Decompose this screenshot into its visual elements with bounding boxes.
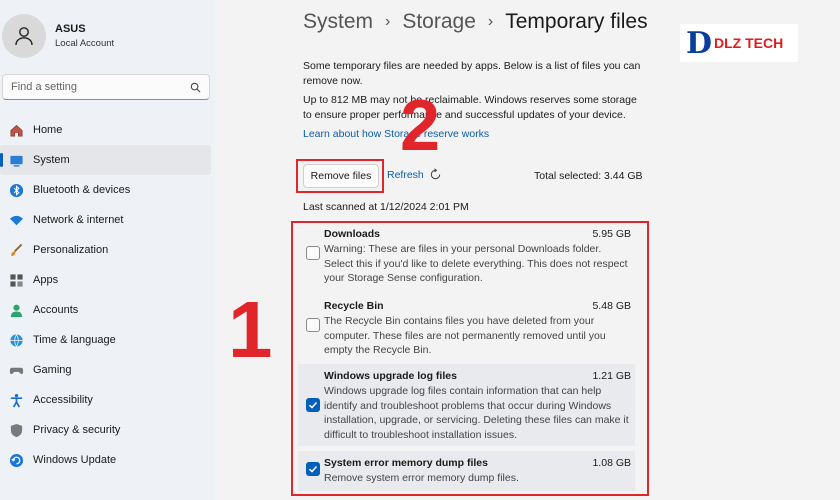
profile-account-type: Local Account <box>55 38 115 49</box>
refresh-icon <box>430 168 440 180</box>
update-icon <box>8 452 24 468</box>
sidebar: ASUS Local Account Find a setting Home S… <box>0 0 215 500</box>
accessibility-icon <box>8 392 24 408</box>
sidebar-item-personalization[interactable]: Personalization <box>0 235 215 265</box>
intro-text: Some temporary files are needed by apps.… <box>303 60 641 87</box>
sidebar-item-system[interactable]: System <box>0 145 211 175</box>
person-icon <box>8 302 24 318</box>
brand-logo: D DLZ TECH <box>680 24 798 62</box>
sidebar-item-label: Apps <box>33 274 59 286</box>
sidebar-item-label: Gaming <box>33 364 72 376</box>
sidebar-item-label: Bluetooth & devices <box>33 184 131 196</box>
sidebar-item-label: Home <box>33 124 63 136</box>
sidebar-item-label: Windows Update <box>33 454 117 466</box>
breadcrumb: System › Storage › Temporary files <box>303 10 648 34</box>
brush-icon <box>8 242 24 258</box>
sidebar-item-label: Network & internet <box>33 214 124 226</box>
annotation-number-1: 1 <box>228 285 273 374</box>
bluetooth-icon <box>8 182 24 198</box>
apps-icon <box>8 272 24 288</box>
person-icon <box>15 27 33 46</box>
breadcrumb-system[interactable]: System <box>303 10 373 34</box>
logo-text: DLZ TECH <box>714 35 784 51</box>
reserve-info-text: Up to 812 MB may not be reclaimable. Win… <box>303 94 637 121</box>
sidebar-item-privacy-security[interactable]: Privacy & security <box>0 415 215 445</box>
user-profile[interactable]: ASUS Local Account <box>0 8 215 64</box>
sidebar-item-gaming[interactable]: Gaming <box>0 355 215 385</box>
sidebar-item-accounts[interactable]: Accounts <box>0 295 215 325</box>
refresh-label: Refresh <box>387 168 424 181</box>
refresh-button[interactable]: Refresh <box>387 168 442 181</box>
storage-reserve-link[interactable]: Learn about how Storage reserve works <box>303 128 489 140</box>
sidebar-item-home[interactable]: Home <box>0 115 215 145</box>
highlight-box-remove <box>296 159 384 193</box>
nav-list: Home System Bluetooth & devices Network … <box>0 115 215 475</box>
sidebar-item-label: Accounts <box>33 304 79 316</box>
gamepad-icon <box>8 362 24 378</box>
sidebar-item-label: Accessibility <box>33 394 93 406</box>
globe-icon <box>8 332 24 348</box>
sidebar-item-label: System <box>33 154 70 166</box>
chevron-right-icon: › <box>487 13 494 30</box>
avatar <box>2 14 46 58</box>
sidebar-item-label: Time & language <box>33 334 116 346</box>
annotation-number-2: 2 <box>400 86 441 166</box>
monitor-icon <box>8 152 24 168</box>
sidebar-item-time-language[interactable]: Time & language <box>0 325 215 355</box>
home-icon <box>8 122 24 138</box>
search-icon <box>190 82 201 92</box>
shield-icon <box>8 422 24 438</box>
sidebar-item-apps[interactable]: Apps <box>0 265 215 295</box>
search-input[interactable]: Find a setting <box>2 74 210 100</box>
sidebar-item-network[interactable]: Network & internet <box>0 205 215 235</box>
search-placeholder: Find a setting <box>11 81 78 93</box>
page-title: Temporary files <box>505 10 648 33</box>
sidebar-item-windows-update[interactable]: Windows Update <box>0 445 215 475</box>
sidebar-item-bluetooth[interactable]: Bluetooth & devices <box>0 175 215 205</box>
sidebar-item-accessibility[interactable]: Accessibility <box>0 385 215 415</box>
chevron-right-icon: › <box>385 13 391 30</box>
sidebar-item-label: Privacy & security <box>33 424 121 436</box>
highlight-box-file-list <box>291 221 649 496</box>
last-scanned-text: Last scanned at 1/12/2024 2:01 PM <box>303 201 469 213</box>
sidebar-item-label: Personalization <box>33 244 109 256</box>
profile-name: ASUS <box>55 23 86 35</box>
wifi-icon <box>8 212 24 228</box>
total-selected: Total selected: 3.44 GB <box>534 170 643 182</box>
logo-mark: D <box>686 25 713 61</box>
breadcrumb-storage[interactable]: Storage <box>402 10 476 34</box>
